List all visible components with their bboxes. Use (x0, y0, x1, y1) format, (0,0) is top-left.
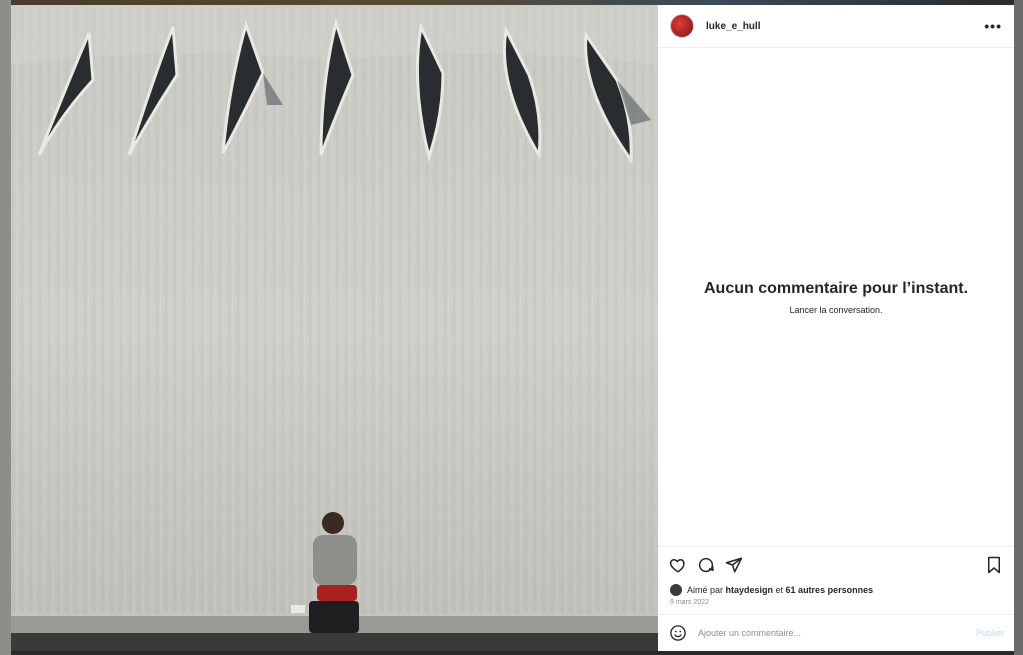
comment-composer: Publier (658, 615, 1014, 651)
liker-avatar[interactable] (670, 584, 682, 596)
comment-input[interactable] (696, 627, 976, 639)
backdrop-left-edge (0, 0, 11, 655)
post-actions (658, 547, 1014, 583)
likes-prefix: Aimé par (687, 585, 726, 595)
ellipsis-icon[interactable]: ••• (984, 18, 1002, 34)
post-photo[interactable] (11, 5, 658, 651)
bookmark-icon[interactable] (984, 555, 1004, 575)
post-sidebar: luke_e_hull ••• Aucun commentaire pour l… (658, 5, 1014, 651)
publish-button[interactable]: Publier (976, 628, 1004, 638)
likes-others-link[interactable]: 61 autres personnes (786, 585, 874, 595)
comment-icon[interactable] (696, 555, 716, 575)
heart-icon[interactable] (668, 555, 688, 575)
post-header: luke_e_hull ••• (658, 5, 1014, 48)
emoji-icon[interactable] (668, 623, 688, 643)
empty-comments-subtitle: Lancer la conversation. (789, 304, 883, 315)
backdrop-right-edge (1014, 0, 1023, 655)
share-icon[interactable] (724, 555, 744, 575)
comments-area: Aucun commentaire pour l’instant. Lancer… (658, 48, 1014, 547)
post-modal: luke_e_hull ••• Aucun commentaire pour l… (11, 5, 1014, 651)
post-date[interactable]: 9 mars 2022 (658, 597, 1014, 615)
avatar[interactable] (670, 14, 694, 38)
building-photo-illustration (11, 5, 658, 651)
username-link[interactable]: luke_e_hull (706, 21, 984, 32)
likes-summary: Aimé par htaydesign et 61 autres personn… (658, 583, 1014, 597)
liker-username[interactable]: htaydesign (726, 585, 774, 595)
empty-comments-title: Aucun commentaire pour l’instant. (703, 279, 969, 297)
likes-middle: et (773, 585, 786, 595)
